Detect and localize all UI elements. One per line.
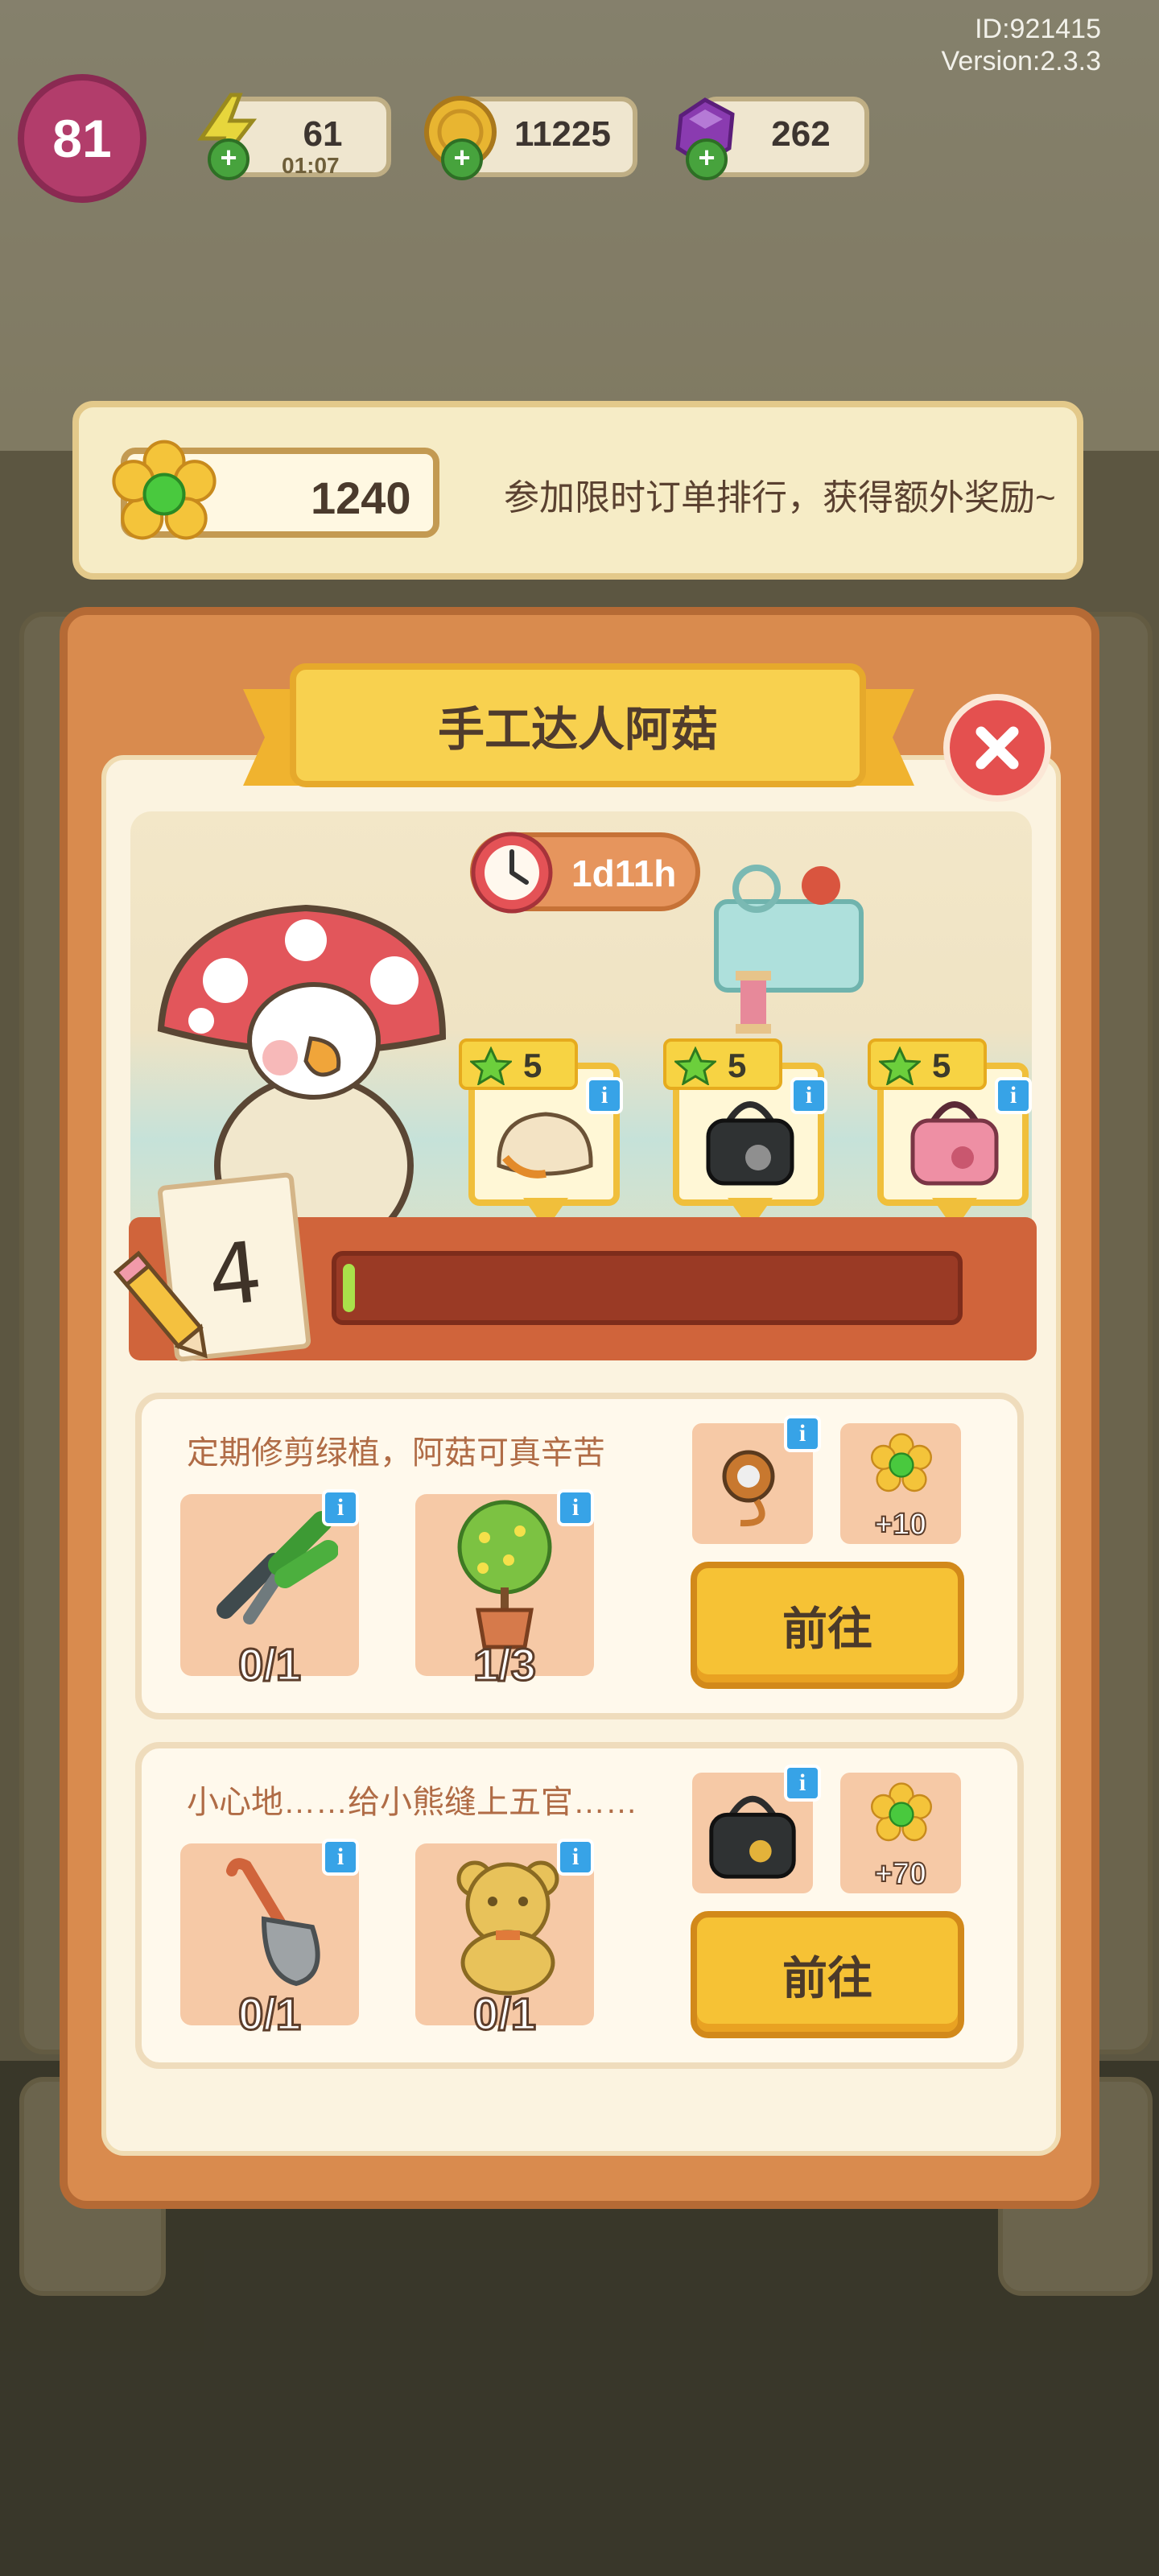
go-button-label: 前往 — [782, 1603, 872, 1654]
player-level-badge[interactable]: 81 — [18, 74, 146, 203]
requirement-level: 5 — [728, 1046, 747, 1084]
event-banner[interactable]: 1240 参加限时订单排行，获得额外奖励~ — [72, 401, 1083, 580]
tape-measure-icon — [722, 1450, 775, 1527]
coin-value: 11225 — [514, 114, 611, 154]
player-level: 81 — [52, 109, 112, 168]
event-flower-icon — [112, 440, 217, 540]
task-item-count: 0/1 — [472, 1988, 538, 2041]
add-energy-icon[interactable]: + — [208, 138, 250, 180]
event-score: 1240 — [311, 473, 411, 523]
potted-tree-icon — [457, 1500, 552, 1649]
shovel-icon — [226, 1858, 320, 1987]
player-id: ID:921415 — [975, 14, 1101, 44]
info-icon[interactable]: i — [995, 1077, 1032, 1114]
requirement-level: 5 — [523, 1046, 542, 1084]
pencil-icon — [113, 1250, 208, 1359]
clock-icon — [471, 832, 553, 914]
go-button-label: 前往 — [782, 1952, 872, 2004]
info-icon[interactable]: i — [322, 1489, 359, 1526]
coin-counter[interactable]: 11225 + — [424, 96, 637, 180]
add-gems-icon[interactable]: + — [686, 138, 728, 180]
requirement-level-tag: 5 — [459, 1038, 578, 1090]
star-icon — [879, 1046, 921, 1085]
teddy-bear-icon — [456, 1860, 559, 1996]
event-timer: 1d11h — [470, 832, 700, 914]
task-item-count: 0/1 — [237, 1988, 303, 2041]
close-button[interactable] — [943, 694, 1051, 802]
black-bag-icon — [706, 1101, 794, 1186]
progress-bar-fill — [343, 1264, 355, 1312]
add-coins-icon[interactable]: + — [441, 138, 483, 180]
energy-counter[interactable]: 61 01:07 + — [197, 93, 391, 180]
thread-spool-icon — [736, 971, 771, 1034]
energy-value: 61 — [303, 114, 343, 154]
task-description: 小心地……给小熊缝上五官…… — [187, 1785, 637, 1820]
info-icon[interactable]: i — [557, 1489, 594, 1526]
task-reward-slot: +70 — [840, 1773, 961, 1893]
pruning-shears-icon — [217, 1511, 338, 1624]
bread-item-icon — [497, 1112, 593, 1179]
info-icon[interactable]: i — [557, 1839, 594, 1876]
reward-flower-icon — [871, 1433, 932, 1492]
info-icon[interactable]: i — [322, 1839, 359, 1876]
task-reward-amount: +70 — [874, 1856, 927, 1892]
requirement-level-tag: 5 — [868, 1038, 987, 1090]
task-item-count: 0/1 — [237, 1638, 303, 1691]
energy-timer: 01:07 — [282, 153, 340, 178]
info-icon[interactable]: i — [586, 1077, 623, 1114]
version-label: Version:2.3.3 — [941, 46, 1101, 76]
task-reward-amount: +10 — [874, 1507, 927, 1542]
reward-flower-icon — [871, 1782, 932, 1842]
task-item-count: 1/3 — [472, 1638, 538, 1691]
close-icon — [975, 726, 1019, 770]
info-icon[interactable]: i — [790, 1077, 827, 1114]
requirement-level: 5 — [932, 1046, 951, 1084]
pink-bag-icon — [910, 1101, 999, 1186]
panel-title: 手工达人阿菇 — [437, 704, 718, 756]
panel-title-plate: 手工达人阿菇 — [290, 663, 866, 787]
event-timer-text: 1d11h — [571, 852, 677, 894]
go-button[interactable]: 前往 — [691, 1911, 964, 2038]
info-icon[interactable]: i — [784, 1765, 821, 1802]
task-description: 定期修剪绿植，阿菇可真辛苦 — [187, 1435, 605, 1471]
go-button[interactable]: 前往 — [691, 1562, 964, 1689]
requirement-level-tag: 5 — [663, 1038, 782, 1090]
gem-counter[interactable]: 262 + — [675, 97, 869, 180]
gem-value: 262 — [771, 114, 831, 154]
build-info: ID:921415 Version:2.3.3 — [942, 13, 1101, 77]
star-icon — [470, 1046, 512, 1085]
progress-bar — [332, 1251, 963, 1325]
task-reward-slot: +10 — [840, 1423, 961, 1544]
event-message: 参加限时订单排行，获得额外奖励~ — [504, 478, 1056, 518]
info-icon[interactable]: i — [784, 1415, 821, 1452]
star-icon — [674, 1046, 716, 1085]
